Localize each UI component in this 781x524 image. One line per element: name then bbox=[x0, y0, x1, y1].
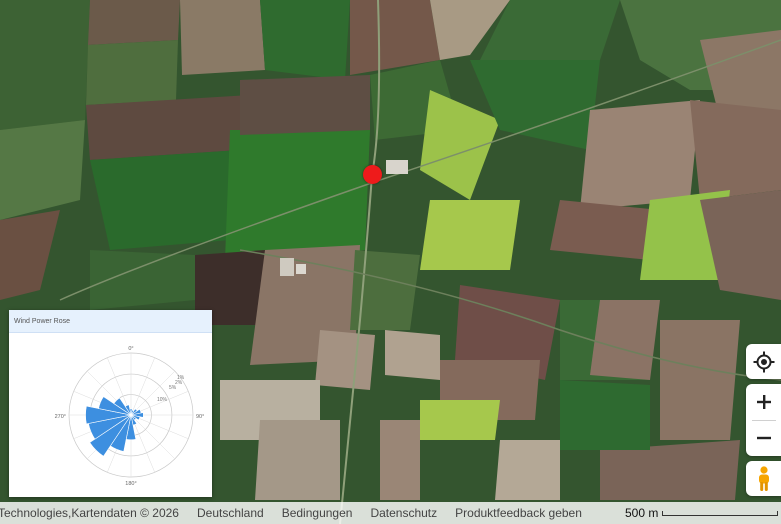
rose-spoke bbox=[130, 414, 176, 460]
scale-bar bbox=[662, 510, 779, 516]
copyright-text: Technologies,Kartendaten © 2026 bbox=[0, 506, 179, 520]
wind-rose-chart: 0°90°180°270°10%1%5%2% bbox=[55, 346, 205, 487]
zoom-in-button[interactable] bbox=[746, 385, 781, 420]
footer-link-privacy[interactable]: Datenschutz bbox=[370, 506, 437, 520]
locate-icon bbox=[753, 351, 774, 372]
rose-direction-label: 0° bbox=[128, 346, 133, 352]
zoom-control bbox=[746, 384, 781, 456]
scale-label: 500 m bbox=[625, 506, 659, 520]
location-marker[interactable] bbox=[363, 165, 382, 184]
rose-radial-label: 2% bbox=[175, 380, 183, 386]
footer-link-feedback[interactable]: Produktfeedback geben bbox=[455, 506, 582, 520]
footer-link-country[interactable]: Deutschland bbox=[197, 506, 264, 520]
wind-rose-title: Wind Power Rose bbox=[9, 310, 212, 333]
minus-icon bbox=[756, 436, 771, 440]
zoom-out-button[interactable] bbox=[746, 421, 781, 456]
wind-power-rose-panel: Wind Power Rose 0° 90° 180° 270° 10% 1% 5% 2% bbox=[9, 310, 212, 497]
rose-direction-label: 270° bbox=[55, 414, 66, 420]
rose-direction-label: 180° bbox=[125, 481, 136, 487]
rose-spoke bbox=[130, 370, 176, 416]
rose-radial-label: 10% bbox=[157, 397, 168, 403]
pegman-icon bbox=[758, 465, 769, 491]
map-footer: Technologies,Kartendaten © 2026 Deutschl… bbox=[0, 502, 781, 524]
rose-direction-label: 90° bbox=[196, 414, 204, 420]
plus-icon bbox=[756, 395, 771, 409]
footer-link-terms[interactable]: Bedingungen bbox=[282, 506, 353, 520]
street-view-pegman-button[interactable] bbox=[746, 461, 781, 496]
locate-button[interactable] bbox=[746, 344, 781, 379]
scale-indicator[interactable]: 500 m bbox=[625, 502, 779, 524]
